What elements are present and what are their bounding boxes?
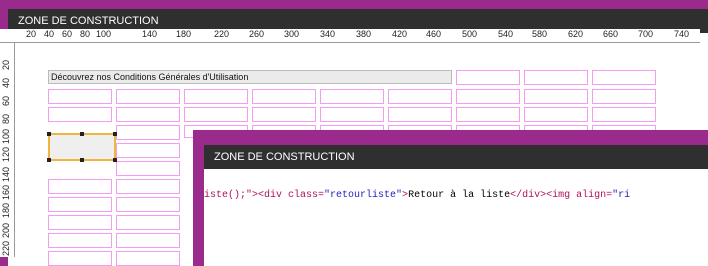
resize-handle-nw[interactable] [47, 132, 51, 136]
ruler-tick-label: 300 [284, 29, 300, 39]
grid-cell[interactable] [184, 89, 248, 104]
ruler-tick-label: 620 [568, 29, 584, 39]
grid-cell[interactable] [592, 89, 656, 104]
grid-cell[interactable] [116, 197, 180, 212]
ruler-tick-label: 580 [532, 29, 548, 39]
grid-cell[interactable] [116, 251, 180, 266]
ruler-tick-label: 380 [356, 29, 372, 39]
grid-cell[interactable] [592, 107, 656, 122]
resize-handle-n[interactable] [80, 132, 84, 136]
grid-cell[interactable] [48, 89, 112, 104]
grid-cell[interactable] [320, 107, 384, 122]
ruler-tick-label: 40 [44, 29, 55, 39]
ruler-tick-label: 420 [392, 29, 408, 39]
grid-cell[interactable] [388, 89, 452, 104]
vertical-ruler: 20 40 60 80 100 120 140 160 180 200 220 [0, 43, 15, 257]
resize-handle-sw[interactable] [47, 158, 51, 162]
grid-cell[interactable] [48, 197, 112, 212]
grid-cell[interactable] [388, 107, 452, 122]
ruler-tick-label: 80 [80, 29, 91, 39]
ruler-tick-label: 200 [1, 222, 11, 238]
code-token: "retourliste" [324, 190, 403, 201]
code-token: <img align= [546, 190, 613, 201]
grid-cell[interactable] [48, 233, 112, 248]
ruler-tick-label: 60 [62, 29, 73, 39]
grid-cell[interactable] [252, 107, 316, 122]
grid-cell[interactable] [116, 161, 180, 176]
resize-handle-se[interactable] [113, 158, 117, 162]
ruler-tick-label: 140 [1, 166, 11, 182]
ruler-tick-label: 120 [1, 146, 11, 162]
ruler-tick-label: 20 [26, 29, 37, 39]
ruler-tick-label: 540 [498, 29, 514, 39]
ruler-tick-label: 100 [96, 29, 112, 39]
grid-cell[interactable] [592, 70, 656, 85]
grid-cell[interactable] [116, 233, 180, 248]
grid-cell[interactable] [524, 70, 588, 85]
selected-cell[interactable] [47, 132, 117, 162]
grid-cell[interactable] [116, 125, 180, 140]
ruler-tick-label: 220 [1, 240, 11, 256]
grid-cell[interactable] [48, 251, 112, 266]
code-line[interactable]: iste();"><div class="retourliste">Retour… [204, 190, 630, 201]
resize-handle-ne[interactable] [113, 132, 117, 136]
grid-cell[interactable] [252, 89, 316, 104]
resize-handle-s[interactable] [80, 158, 84, 162]
ruler-tick-label: 40 [1, 77, 11, 88]
code-window-title: ZONE DE CONSTRUCTION [204, 145, 708, 169]
grid-cell[interactable] [116, 107, 180, 122]
ruler-tick-label: 340 [320, 29, 336, 39]
ruler-tick-label: 740 [674, 29, 690, 39]
grid-cell[interactable] [524, 89, 588, 104]
ruler-tick-label: 100 [1, 128, 11, 144]
code-token: iste();"> [204, 190, 259, 201]
grid-cell[interactable] [48, 107, 112, 122]
ruler-tick-label: 180 [176, 29, 192, 39]
ruler-tick-label: 60 [1, 95, 11, 106]
grid-cell[interactable] [48, 215, 112, 230]
code-token: Retour à la liste [408, 190, 511, 201]
ruler-tick-label: 160 [1, 184, 11, 200]
grid-cell[interactable] [116, 179, 180, 194]
ruler-tick-label: 700 [638, 29, 654, 39]
code-token: </div> [510, 190, 547, 201]
cgu-banner[interactable]: Découvrez nos Conditions Générales d'Uti… [48, 70, 452, 84]
ruler-tick-label: 660 [603, 29, 619, 39]
grid-cell[interactable] [48, 179, 112, 194]
code-token: <div class= [258, 190, 325, 201]
code-window: ZONE DE CONSTRUCTION iste();"><div class… [204, 145, 708, 266]
horizontal-ruler: 20 40 60 80 100 140 180 220 260 300 340 380 420 460 50… [0, 29, 700, 43]
grid-cell[interactable] [456, 89, 520, 104]
grid-cell[interactable] [116, 89, 180, 104]
grid-cell[interactable] [456, 107, 520, 122]
ruler-tick-label: 140 [142, 29, 158, 39]
ruler-tick-label: 220 [214, 29, 230, 39]
grid-cell[interactable] [320, 89, 384, 104]
grid-cell[interactable] [456, 70, 520, 85]
code-token: "ri [612, 190, 631, 201]
ruler-tick-label: 180 [1, 202, 11, 218]
ruler-tick-label: 260 [249, 29, 265, 39]
grid-cell[interactable] [116, 215, 180, 230]
grid-cell[interactable] [524, 107, 588, 122]
ruler-tick-label: 460 [426, 29, 442, 39]
code-window-frame: ZONE DE CONSTRUCTION iste();"><div class… [193, 130, 708, 266]
ruler-tick-label: 20 [1, 59, 11, 70]
ruler-tick-label: 80 [1, 113, 11, 124]
ruler-tick-label: 500 [462, 29, 478, 39]
grid-cell[interactable] [116, 143, 180, 158]
grid-cell[interactable] [184, 107, 248, 122]
